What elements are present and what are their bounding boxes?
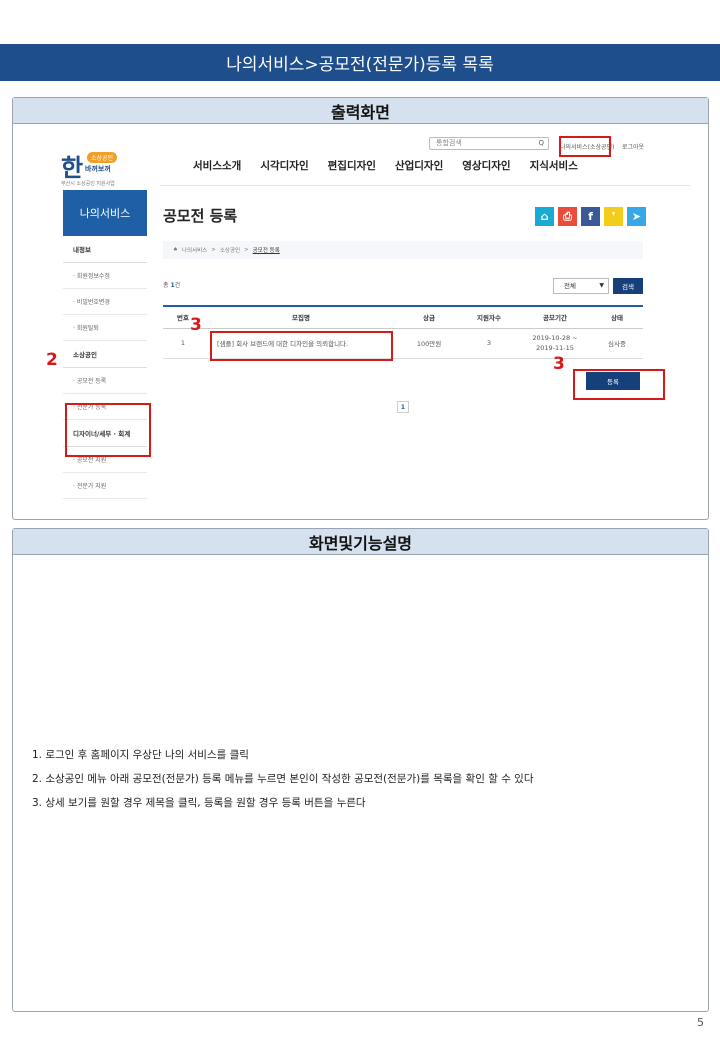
global-nav: 서비스소개 시각디자인 편집디자인 산업디자인 영상디자인 지식서비스 bbox=[193, 158, 578, 173]
search-button[interactable]: 검색 bbox=[613, 278, 643, 294]
output-panel: 출력화면 한 소상공인 바꺼보꺼 부산시 소상공인 지원사업 통합검색 Q 나의… bbox=[12, 97, 709, 520]
logo-char: 한 bbox=[61, 153, 84, 182]
gnb-item[interactable]: 영상디자인 bbox=[462, 158, 510, 173]
breadcrumb-item[interactable]: 소상공인 bbox=[220, 246, 240, 254]
side-nav-section-info: 내정보 bbox=[63, 236, 147, 263]
table-header-row: 번호 모집명 상금 지원자수 공모기간 상태 bbox=[163, 306, 643, 329]
description-list: 1. 로그인 후 홈페이지 우상단 나의 서비스를 클릭 2. 소상공인 메뉴 … bbox=[32, 747, 534, 819]
logo-brand: 바꺼보꺼 bbox=[85, 165, 111, 173]
site-logo[interactable]: 한 소상공인 바꺼보꺼 부산시 소상공인 지원사업 bbox=[61, 148, 121, 188]
facebook-icon[interactable]: f bbox=[581, 207, 600, 226]
content-title: 공모전 등록 bbox=[163, 207, 238, 225]
search-placeholder: 통합검색 bbox=[436, 139, 462, 147]
side-nav-section-owner: 소상공인 bbox=[63, 341, 147, 368]
gnb-item[interactable]: 시각디자인 bbox=[260, 158, 308, 173]
logo-pill: 소상공인 bbox=[87, 152, 118, 163]
annotation-number-3: 3 bbox=[190, 315, 202, 335]
page-title: 나의서비스>공모전(전문가)등록 목록 bbox=[226, 55, 494, 75]
highlight-my-service bbox=[559, 136, 611, 157]
breadcrumb-current: 공모전 등록 bbox=[252, 248, 280, 254]
breadcrumb-sep: > bbox=[211, 247, 216, 253]
period-end: 2019-11-15 bbox=[536, 344, 574, 352]
annotation-number-2: 2 bbox=[46, 350, 58, 370]
cell-prize: 100만원 bbox=[399, 328, 459, 359]
description-panel-title: 화면및기능설명 bbox=[13, 529, 708, 555]
search-input[interactable]: 통합검색 Q bbox=[429, 137, 549, 150]
logo-sub: 부산시 소상공인 지원사업 bbox=[61, 181, 115, 187]
total-count: 총 1건 bbox=[163, 280, 180, 289]
gnb-item[interactable]: 편집디자인 bbox=[328, 158, 376, 173]
highlight-register-button bbox=[573, 369, 665, 400]
filter-select[interactable]: 전체 ▼ bbox=[553, 278, 609, 294]
print-icon[interactable]: ⎙ bbox=[558, 207, 577, 226]
search-icon[interactable]: Q bbox=[538, 138, 544, 149]
side-nav-item-expert-apply[interactable]: · 전문가 지원 bbox=[63, 473, 147, 499]
col-header: 모집명 bbox=[203, 306, 399, 329]
page-number: 5 bbox=[697, 1016, 704, 1029]
description-item: 2. 소상공인 메뉴 아래 공모전(전문가) 등록 메뉴를 누르면 본인이 작성… bbox=[32, 773, 534, 785]
highlight-table-title bbox=[210, 331, 393, 361]
highlight-side-menu bbox=[65, 403, 151, 457]
col-header: 상금 bbox=[399, 306, 459, 329]
side-nav-item-edit-profile[interactable]: · 회원정보수정 bbox=[63, 263, 147, 289]
twitter-icon[interactable]: ➤ bbox=[627, 207, 646, 226]
description-item: 1. 로그인 후 홈페이지 우상단 나의 서비스를 클릭 bbox=[32, 749, 249, 761]
output-panel-title: 출력화면 bbox=[13, 98, 708, 124]
cell-applicants: 3 bbox=[459, 328, 519, 359]
col-header: 공모기간 bbox=[519, 306, 591, 329]
breadcrumb-item[interactable]: 나의서비스 bbox=[182, 246, 207, 254]
pagination-page[interactable]: 1 bbox=[397, 401, 409, 413]
side-nav-item-change-password[interactable]: · 비밀번호변경 bbox=[63, 289, 147, 315]
home-icon[interactable]: ⌂ bbox=[535, 207, 554, 226]
side-nav-title: 나의서비스 bbox=[63, 190, 147, 236]
side-nav: 나의서비스 내정보 · 회원정보수정 · 비밀번호변경 · 회원탈퇴 소상공인 … bbox=[63, 190, 147, 519]
period-start: 2019-10-28 ~ bbox=[532, 334, 578, 342]
description-panel: 화면및기능설명 1. 로그인 후 홈페이지 우상단 나의 서비스를 클릭 2. … bbox=[12, 528, 709, 1012]
kakaotalk-icon[interactable]: ❜ bbox=[604, 207, 623, 226]
cell-status: 심사중 bbox=[591, 328, 643, 359]
share-icons: ⌂ ⎙ f ❜ ➤ bbox=[535, 207, 646, 226]
gnb-item[interactable]: 서비스소개 bbox=[193, 158, 241, 173]
breadcrumb: ♠ 나의서비스 > 소상공인 > 공모전 등록 bbox=[163, 241, 643, 259]
gnb-item[interactable]: 산업디자인 bbox=[395, 158, 443, 173]
filter-select-value: 전체 bbox=[564, 282, 576, 290]
col-header: 상태 bbox=[591, 306, 643, 329]
logout-link[interactable]: 로그아웃 bbox=[622, 142, 644, 151]
chevron-down-icon: ▼ bbox=[599, 282, 604, 289]
description-item: 3. 상세 보기를 원할 경우 제목을 클릭, 등록을 원할 경우 등록 버튼을… bbox=[32, 797, 366, 809]
side-nav-item-withdraw[interactable]: · 회원탈퇴 bbox=[63, 315, 147, 341]
page-title-bar: 나의서비스>공모전(전문가)등록 목록 bbox=[0, 44, 720, 81]
side-nav-item-contest-register[interactable]: · 공모전 등록 bbox=[63, 368, 147, 394]
col-header: 지원자수 bbox=[459, 306, 519, 329]
total-prefix: 총 bbox=[163, 282, 169, 289]
breadcrumb-sep: > bbox=[244, 247, 249, 253]
gnb-item[interactable]: 지식서비스 bbox=[530, 158, 578, 173]
total-suffix: 건 bbox=[174, 282, 181, 289]
gnb-divider bbox=[160, 185, 690, 186]
site-screenshot: 한 소상공인 바꺼보꺼 부산시 소상공인 지원사업 통합검색 Q 나의서비스(소… bbox=[13, 125, 708, 519]
home-icon[interactable]: ♠ bbox=[173, 247, 178, 253]
annotation-number-3: 3 bbox=[553, 354, 565, 374]
